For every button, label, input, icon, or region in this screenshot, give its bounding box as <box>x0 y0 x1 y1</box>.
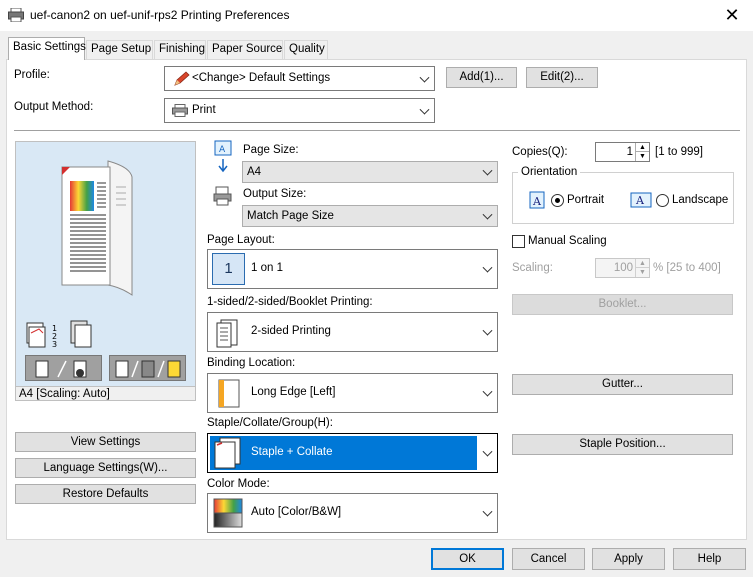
collate-stack-icon: 1 2 3 <box>26 320 92 349</box>
scaling-label: Scaling: <box>512 262 553 274</box>
binding-value: Long Edge [Left] <box>251 386 336 398</box>
spin-down-icon[interactable]: ▼ <box>635 152 649 161</box>
landscape-icon: A <box>630 192 652 208</box>
two-sided-page-icon <box>216 319 238 348</box>
tab-page-setup[interactable]: Page Setup <box>86 40 153 59</box>
scaling-range: % [25 to 400] <box>653 262 721 274</box>
page-size-value: A4 <box>247 166 262 178</box>
page-layout-label: Page Layout: <box>207 234 275 246</box>
orientation-label: Orientation <box>518 166 581 178</box>
scaling-spinner[interactable]: 100 ▲ ▼ <box>595 258 650 278</box>
output-size-label: Output Size: <box>243 188 307 200</box>
manual-scaling-checkbox[interactable] <box>512 235 525 248</box>
document-preview-icon <box>61 160 133 296</box>
manual-scaling-label: Manual Scaling <box>528 235 607 247</box>
svg-text:A: A <box>532 195 542 208</box>
chevron-down-icon <box>482 209 493 220</box>
landscape-radio[interactable] <box>656 194 669 207</box>
chevron-down-icon <box>482 386 493 397</box>
printer-icon <box>8 8 24 22</box>
language-settings-button[interactable]: Language Settings(W)... <box>15 458 196 478</box>
spin-up-icon[interactable]: ▲ <box>635 259 649 268</box>
help-button[interactable]: Help <box>673 548 746 570</box>
profile-dropdown[interactable]: <Change> Default Settings <box>164 66 435 91</box>
color-mode-icon <box>115 360 181 378</box>
tab-paper-source[interactable]: Paper Source <box>207 40 283 59</box>
restore-defaults-button[interactable]: Restore Defaults <box>15 484 196 504</box>
edit-profile-button[interactable]: Edit(2)... <box>526 67 598 88</box>
chevron-down-icon <box>482 262 493 273</box>
divider <box>14 130 740 131</box>
spin-up-icon[interactable]: ▲ <box>635 143 649 152</box>
tab-basic-settings[interactable]: Basic Settings <box>8 37 86 60</box>
output-size-icon <box>213 186 232 206</box>
window-title: uef-canon2 on uef-unif-rps2 Printing Pre… <box>30 8 290 22</box>
tab-quality[interactable]: Quality <box>284 40 328 59</box>
binding-label: Binding Location: <box>207 357 296 369</box>
color-mode-dropdown[interactable]: Auto [Color/B&W] <box>207 493 498 533</box>
booklet-button[interactable]: Booklet... <box>512 294 733 315</box>
print-preview: 1 2 3 <box>15 141 196 401</box>
spin-down-icon[interactable]: ▼ <box>635 268 649 277</box>
page-slash-icon <box>35 360 87 378</box>
gutter-button[interactable]: Gutter... <box>512 374 733 395</box>
printer-icon <box>172 104 188 117</box>
staple-collate-icon <box>214 437 241 469</box>
color-auto-icon <box>213 498 243 528</box>
output-size-dropdown[interactable]: Match Page Size <box>242 205 498 227</box>
chevron-down-icon <box>419 72 430 83</box>
svg-text:A: A <box>219 145 226 155</box>
duplex-label: 1-sided/2-sided/Booklet Printing: <box>207 296 373 308</box>
binding-dropdown[interactable]: Long Edge [Left] <box>207 373 498 413</box>
page-layout-icon: 1 <box>212 253 245 285</box>
output-size-value: Match Page Size <box>247 210 334 222</box>
portrait-label: Portrait <box>567 194 605 206</box>
page-layout-dropdown[interactable]: 1 1 on 1 <box>207 249 498 289</box>
chevron-down-icon <box>482 446 493 457</box>
add-profile-button[interactable]: Add(1)... <box>446 67 517 88</box>
portrait-radio[interactable] <box>551 194 564 207</box>
chevron-down-icon <box>482 165 493 176</box>
staple-position-button[interactable]: Staple Position... <box>512 434 733 455</box>
staple-dropdown[interactable]: Staple + Collate <box>207 433 498 473</box>
copies-spinner[interactable]: 1 ▲ ▼ <box>595 142 650 162</box>
duplex-dropdown[interactable]: 2-sided Printing <box>207 312 498 352</box>
scaling-value: 100 <box>613 262 633 274</box>
output-method-value: Print <box>192 104 216 116</box>
chevron-down-icon <box>482 506 493 517</box>
svg-text:A: A <box>635 194 645 207</box>
preview-status: A4 [Scaling: Auto] <box>15 386 196 401</box>
duplex-value: 2-sided Printing <box>251 325 331 337</box>
svg-text:3: 3 <box>52 340 57 349</box>
staple-value: Staple + Collate <box>251 446 333 458</box>
staple-label: Staple/Collate/Group(H): <box>207 417 333 429</box>
cancel-button[interactable]: Cancel <box>512 548 585 570</box>
chevron-down-icon <box>419 104 430 115</box>
portrait-icon: A <box>529 191 545 209</box>
output-method-dropdown[interactable]: Print <box>164 98 435 123</box>
page-layout-value: 1 on 1 <box>251 262 283 274</box>
page-size-label: Page Size: <box>243 144 299 156</box>
print-mode-button-2[interactable] <box>109 355 186 381</box>
page-size-icon: A <box>214 140 232 173</box>
print-mode-button-1[interactable] <box>25 355 102 381</box>
output-method-label: Output Method: <box>14 101 94 113</box>
profile-label: Profile: <box>14 69 50 81</box>
binding-edge-icon <box>218 379 240 408</box>
apply-button[interactable]: Apply <box>592 548 665 570</box>
copies-range: [1 to 999] <box>655 146 703 158</box>
landscape-label: Landscape <box>672 194 729 206</box>
copies-value: 1 <box>626 146 633 158</box>
page-size-dropdown[interactable]: A4 <box>242 161 498 183</box>
view-settings-button[interactable]: View Settings <box>15 432 196 452</box>
color-mode-label: Color Mode: <box>207 478 270 490</box>
profile-value: <Change> Default Settings <box>192 72 331 84</box>
ok-button[interactable]: OK <box>431 548 504 570</box>
copies-label: Copies(Q): <box>512 146 568 158</box>
pencil-icon <box>174 71 190 86</box>
tab-finishing[interactable]: Finishing <box>154 40 206 59</box>
color-mode-value: Auto [Color/B&W] <box>251 506 342 518</box>
chevron-down-icon <box>482 325 493 336</box>
close-icon[interactable]: ✕ <box>720 4 744 28</box>
